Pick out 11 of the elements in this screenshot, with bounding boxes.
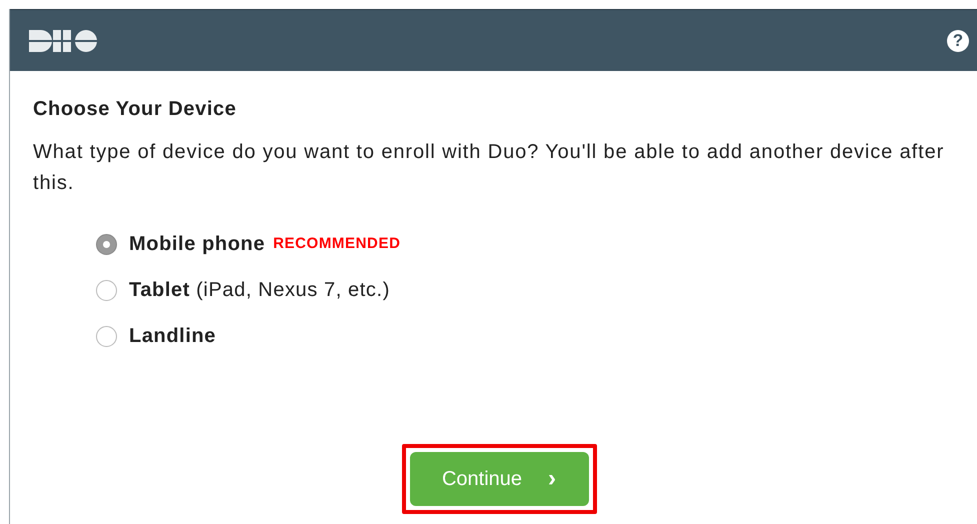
recommended-tag: RECOMMENDED (273, 232, 401, 256)
option-label[interactable]: Mobile phone (129, 229, 266, 259)
description-text: What type of device do you want to enroll with Duo? You'll be able to add another device after this. (33, 140, 946, 196)
radio-button[interactable] (96, 234, 117, 254)
radio-button[interactable] (96, 326, 117, 346)
help-icon[interactable]: ? (947, 30, 969, 52)
option-label[interactable]: Tablet (iPad, Nexus 7, etc.) (129, 275, 390, 305)
option-label[interactable]: Landline (129, 321, 216, 351)
page-title: Choose Your Device (33, 97, 238, 121)
radio-button[interactable] (96, 280, 117, 300)
logo-icon (29, 30, 97, 52)
